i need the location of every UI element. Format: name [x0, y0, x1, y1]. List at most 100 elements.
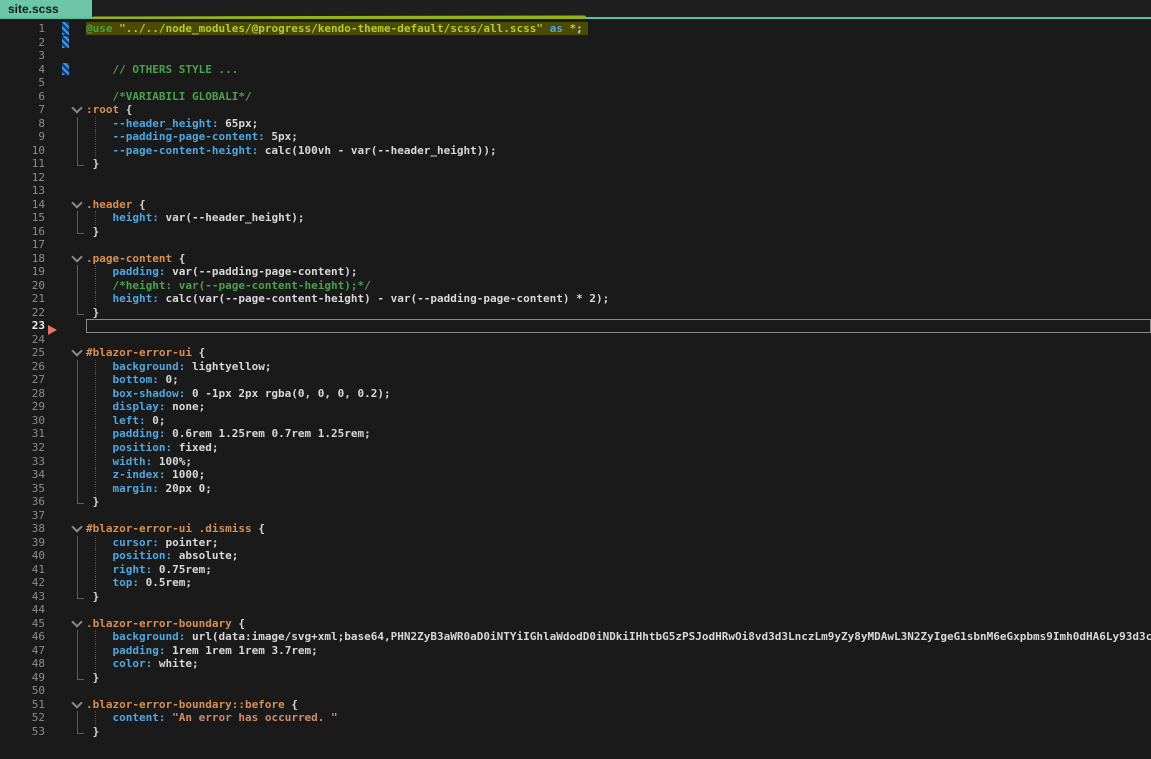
fold-margin[interactable]	[70, 171, 86, 185]
code-text[interactable]: #blazor-error-ui .dismiss {	[86, 522, 1151, 536]
code-text[interactable]: content: "An error has occurred. "	[86, 711, 1151, 725]
fold-guide[interactable]	[70, 549, 86, 563]
code-text[interactable]: /*height: var(--page-content-height);*/	[86, 279, 1151, 293]
fold-guide[interactable]	[70, 455, 86, 469]
fold-guide[interactable]	[70, 373, 86, 387]
fold-guide[interactable]	[70, 536, 86, 550]
code-text[interactable]	[86, 171, 1151, 185]
code-text[interactable]: z-index: 1000;	[86, 468, 1151, 482]
code-text[interactable]: cursor: pointer;	[86, 536, 1151, 550]
fold-margin[interactable]	[70, 319, 86, 333]
code-text[interactable]: --padding-page-content: 5px;	[86, 130, 1151, 144]
fold-guide[interactable]	[70, 441, 86, 455]
code-text[interactable]: display: none;	[86, 400, 1151, 414]
code-text[interactable]: #blazor-error-ui {	[86, 346, 1151, 360]
code-text[interactable]: .header {	[86, 198, 1151, 212]
fold-margin[interactable]	[70, 22, 86, 36]
code-text[interactable]: background: url(data:image/svg+xml;base6…	[86, 630, 1151, 644]
fold-chevron-icon[interactable]	[70, 346, 86, 360]
fold-guide[interactable]	[70, 630, 86, 644]
fold-guide[interactable]	[70, 468, 86, 482]
fold-guide[interactable]	[70, 387, 86, 401]
tab-site-scss[interactable]: site.scss	[0, 0, 92, 17]
fold-chevron-icon[interactable]	[70, 198, 86, 212]
code-text[interactable]: width: 100%;	[86, 455, 1151, 469]
code-text[interactable]: @use "../../node_modules/@progress/kendo…	[86, 22, 1151, 36]
code-text[interactable]	[86, 333, 1151, 347]
fold-margin[interactable]	[70, 509, 86, 523]
code-text[interactable]	[86, 684, 1151, 698]
fold-chevron-icon[interactable]	[70, 698, 86, 712]
code-text[interactable]: }	[86, 725, 1151, 739]
fold-margin[interactable]	[70, 603, 86, 617]
code-text[interactable]: /*VARIABILI GLOBALI*/	[86, 90, 1151, 104]
code-text[interactable]	[86, 76, 1151, 90]
fold-guide[interactable]	[70, 144, 86, 158]
code-text[interactable]: // OTHERS STYLE ...	[86, 63, 1151, 77]
fold-margin[interactable]	[70, 238, 86, 252]
code-text[interactable]: top: 0.5rem;	[86, 576, 1151, 590]
code-text[interactable]: position: fixed;	[86, 441, 1151, 455]
code-text[interactable]	[86, 238, 1151, 252]
fold-guide[interactable]	[70, 725, 86, 739]
code-text[interactable]: .blazor-error-boundary {	[86, 617, 1151, 631]
fold-margin[interactable]	[70, 684, 86, 698]
code-text[interactable]: :root {	[86, 103, 1151, 117]
fold-guide[interactable]	[70, 482, 86, 496]
code-text[interactable]: }	[86, 495, 1151, 509]
code-text[interactable]: background: lightyellow;	[86, 360, 1151, 374]
code-text[interactable]: bottom: 0;	[86, 373, 1151, 387]
fold-guide[interactable]	[70, 644, 86, 658]
code-text[interactable]: }	[86, 590, 1151, 604]
code-text[interactable]: }	[86, 306, 1151, 320]
fold-guide[interactable]	[70, 157, 86, 171]
code-text[interactable]: }	[86, 225, 1151, 239]
fold-guide[interactable]	[70, 400, 86, 414]
fold-chevron-icon[interactable]	[70, 522, 86, 536]
fold-guide[interactable]	[70, 306, 86, 320]
code-text[interactable]	[86, 36, 1151, 50]
code-text[interactable]: .blazor-error-boundary::before {	[86, 698, 1151, 712]
fold-guide[interactable]	[70, 292, 86, 306]
fold-margin[interactable]	[70, 76, 86, 90]
fold-chevron-icon[interactable]	[70, 252, 86, 266]
code-text[interactable]	[86, 603, 1151, 617]
fold-guide[interactable]	[70, 360, 86, 374]
code-text[interactable]: padding: 1rem 1rem 1rem 3.7rem;	[86, 644, 1151, 658]
fold-guide[interactable]	[70, 427, 86, 441]
fold-margin[interactable]	[70, 333, 86, 347]
code-text[interactable]: --header_height: 65px;	[86, 117, 1151, 131]
fold-margin[interactable]	[70, 90, 86, 104]
fold-margin[interactable]	[70, 49, 86, 63]
fold-guide[interactable]	[70, 495, 86, 509]
code-text[interactable]: margin: 20px 0;	[86, 482, 1151, 496]
code-text[interactable]	[86, 509, 1151, 523]
fold-margin[interactable]	[70, 63, 86, 77]
code-text[interactable]: height: var(--header_height);	[86, 211, 1151, 225]
code-text[interactable]: position: absolute;	[86, 549, 1151, 563]
fold-margin[interactable]	[70, 36, 86, 50]
fold-guide[interactable]	[70, 576, 86, 590]
fold-guide[interactable]	[70, 671, 86, 685]
code-text[interactable]: left: 0;	[86, 414, 1151, 428]
fold-margin[interactable]	[70, 184, 86, 198]
fold-guide[interactable]	[70, 130, 86, 144]
code-text[interactable]: .page-content {	[86, 252, 1151, 266]
code-text[interactable]	[86, 184, 1151, 198]
code-text[interactable]: color: white;	[86, 657, 1151, 671]
fold-guide[interactable]	[70, 590, 86, 604]
code-text[interactable]: }	[86, 157, 1151, 171]
fold-guide[interactable]	[70, 563, 86, 577]
code-editor[interactable]: 1 @use "../../node_modules/@progress/ken…	[0, 19, 1151, 759]
code-text[interactable]	[86, 49, 1151, 63]
fold-guide[interactable]	[70, 657, 86, 671]
code-text[interactable]: padding: 0.6rem 1.25rem 0.7rem 1.25rem;	[86, 427, 1151, 441]
fold-guide[interactable]	[70, 414, 86, 428]
code-text[interactable]: --page-content-height: calc(100vh - var(…	[86, 144, 1151, 158]
fold-guide[interactable]	[70, 225, 86, 239]
code-text[interactable]	[86, 319, 1151, 333]
fold-guide[interactable]	[70, 117, 86, 131]
code-text[interactable]: padding: var(--padding-page-content);	[86, 265, 1151, 279]
fold-guide[interactable]	[70, 279, 86, 293]
fold-guide[interactable]	[70, 265, 86, 279]
